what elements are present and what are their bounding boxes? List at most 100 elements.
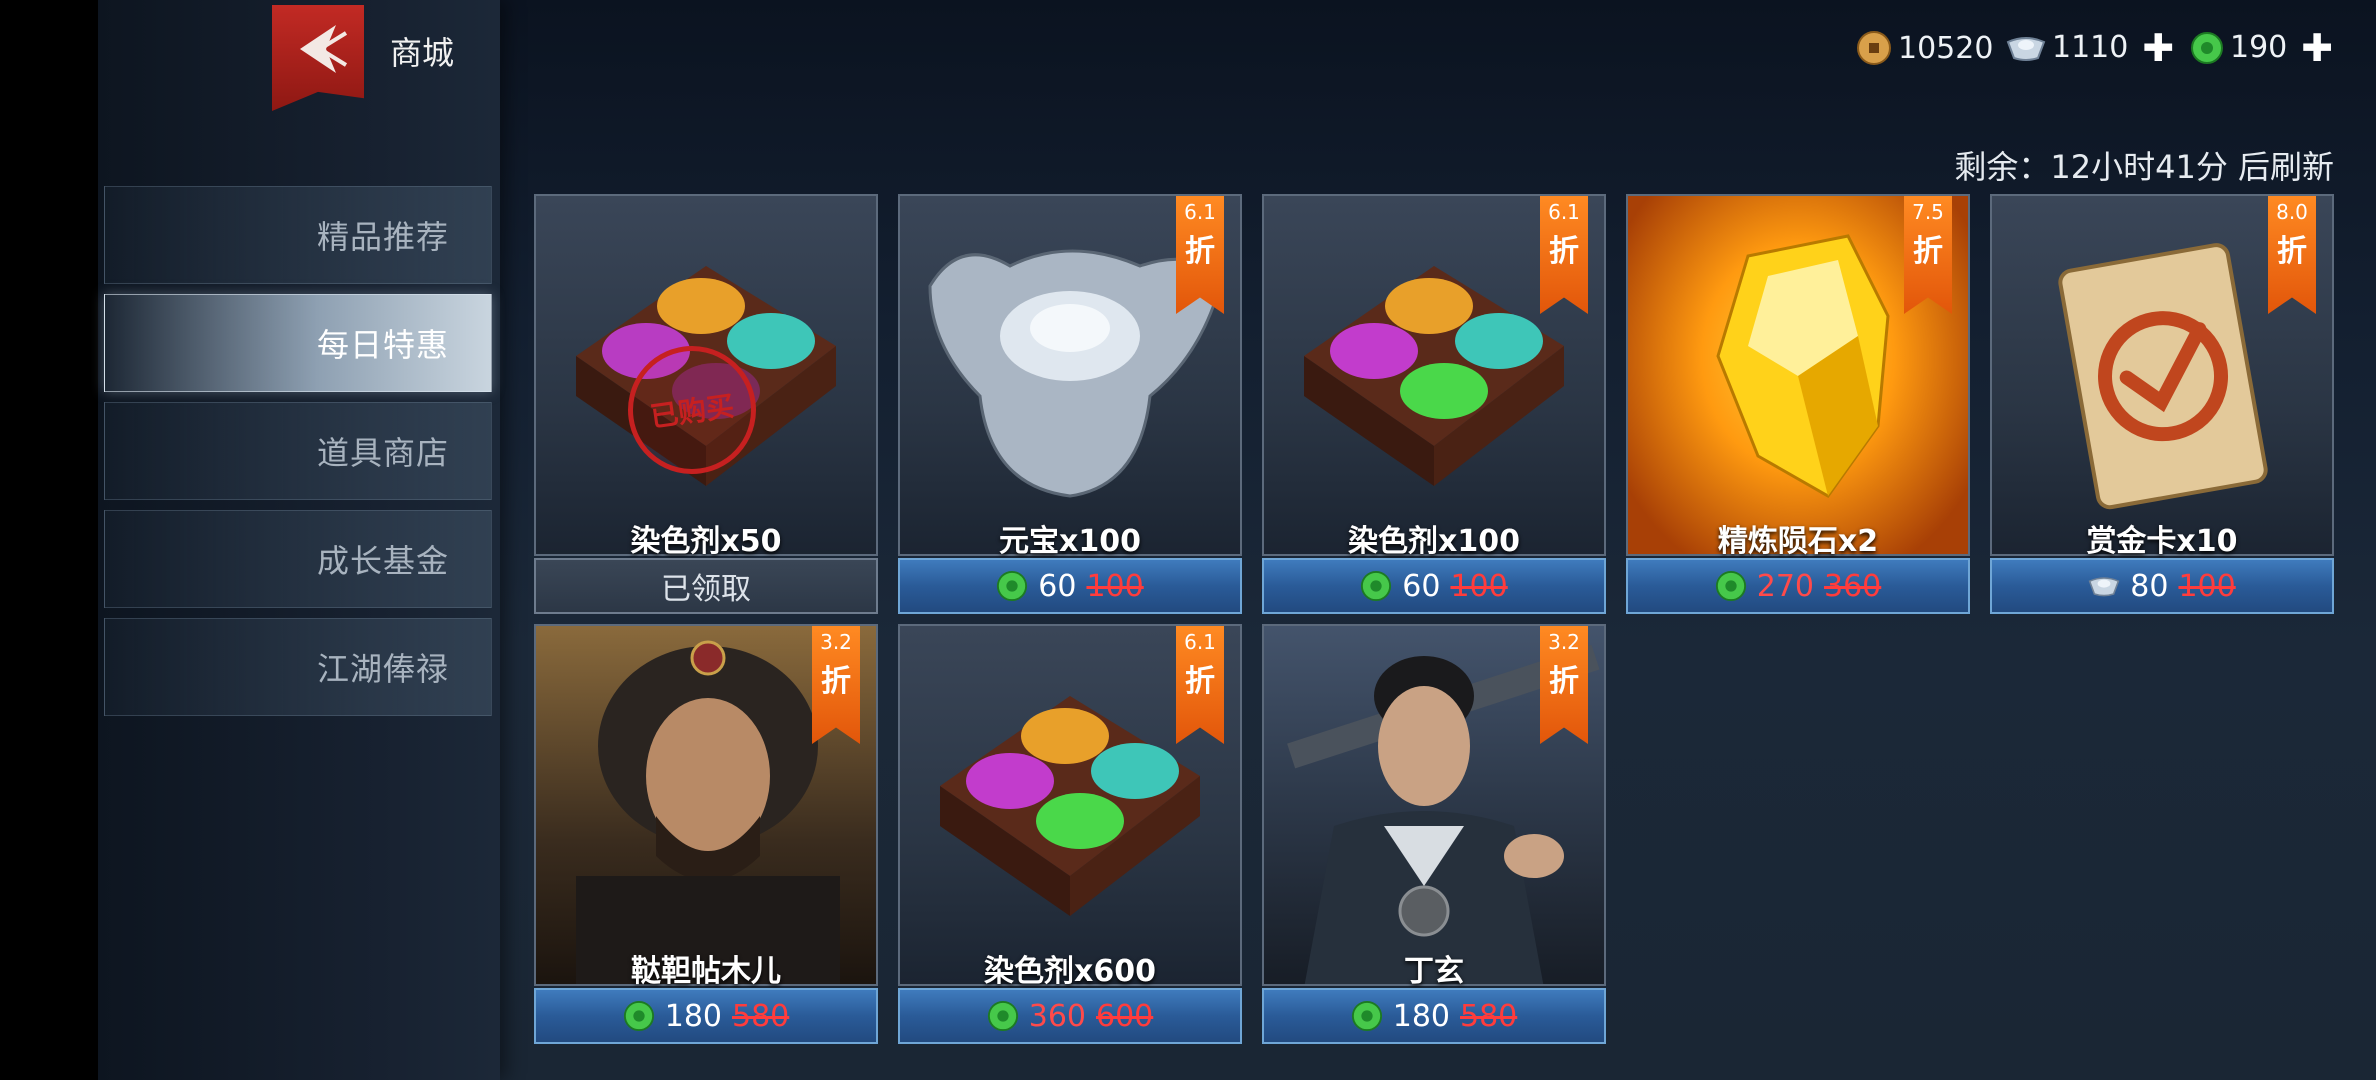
- discount-char: 折: [2277, 234, 2307, 269]
- jade-gem-icon: [1715, 570, 1746, 602]
- discount-value: 3.2: [1548, 630, 1580, 654]
- price-current: 60: [1402, 568, 1441, 604]
- discount-value: 6.1: [1184, 200, 1216, 224]
- nav-item-label: 道具商店: [316, 434, 449, 472]
- discount-char: 折: [1549, 664, 1579, 699]
- nav-item-item-shop[interactable]: 道具商店: [104, 402, 492, 500]
- product-image: 已购买: [534, 194, 878, 556]
- discount-ribbon: 7.5 折: [1904, 196, 1952, 314]
- add-silver-button[interactable]: ✚: [2142, 29, 2174, 67]
- discount-ribbon: 8.0 折: [2268, 196, 2316, 314]
- product-card[interactable]: 已购买 染色剂x50 已领取: [534, 194, 878, 618]
- buy-button[interactable]: 180 580: [534, 988, 878, 1044]
- currency-copper: 10520: [1856, 30, 1993, 66]
- price-original: 360: [1824, 568, 1882, 604]
- currency-value: 1110: [2052, 30, 2129, 65]
- buy-button[interactable]: 60 100: [1262, 558, 1606, 614]
- buy-button[interactable]: 60 100: [898, 558, 1242, 614]
- buy-button[interactable]: 80 100: [1990, 558, 2334, 614]
- nav-item-label: 成长基金: [316, 542, 449, 580]
- currency-silver: 1110 ✚: [2006, 29, 2174, 67]
- product-name: 染色剂x50: [630, 524, 782, 559]
- discount-ribbon: 3.2 折: [812, 626, 860, 744]
- product-image: 7.5 折: [1626, 194, 1970, 556]
- product-image: 3.2 折: [1262, 624, 1606, 986]
- product-image: 6.1 折: [1262, 194, 1606, 556]
- nav-item-daily-deals[interactable]: 每日特惠: [104, 294, 492, 392]
- currency-value: 190: [2230, 30, 2288, 65]
- nav-item-salary[interactable]: 江湖俸禄: [104, 618, 492, 716]
- product-card[interactable]: 3.2 折 鞑靼帖木儿 180 580: [534, 624, 878, 1048]
- price-current: 270: [1756, 568, 1814, 604]
- silver-ingot-icon: [2088, 577, 2120, 597]
- product-name: 赏金卡x10: [2086, 524, 2238, 559]
- jade-gem-icon: [997, 570, 1028, 602]
- price-original: 600: [1096, 998, 1154, 1034]
- product-card[interactable]: 8.0 折 赏金卡x10 80 100: [1990, 194, 2334, 618]
- claimed-label: 已领取: [661, 572, 751, 607]
- nav-item-growth-fund[interactable]: 成长基金: [104, 510, 492, 608]
- discount-value: 3.2: [820, 630, 852, 654]
- discount-ribbon: 6.1 折: [1540, 196, 1588, 314]
- price-current: 60: [1038, 568, 1077, 604]
- product-name: 精炼陨石x2: [1717, 524, 1879, 559]
- add-jade-button[interactable]: ✚: [2301, 29, 2333, 67]
- shop-screen: 商城 精品推荐 每日特惠 道具商店 成长基金 江湖俸禄 10520 1110 ✚: [0, 0, 2376, 1080]
- price-current: 80: [2130, 568, 2169, 604]
- claimed-button: 已领取: [534, 558, 878, 614]
- discount-value: 6.1: [1548, 200, 1580, 224]
- back-arrow-icon: [300, 25, 348, 73]
- silver-ingot-icon: [2006, 36, 2046, 61]
- copper-coin-icon: [1857, 31, 1891, 65]
- price-current: 360: [1028, 998, 1086, 1034]
- discount-value: 6.1: [1184, 630, 1216, 654]
- discount-value: 7.5: [1912, 200, 1944, 224]
- discount-ribbon: 6.1 折: [1176, 196, 1224, 314]
- buy-button[interactable]: 270 360: [1626, 558, 1970, 614]
- discount-value: 8.0: [2276, 200, 2308, 224]
- nav-item-label: 精品推荐: [316, 218, 449, 256]
- product-card[interactable]: 6.1 折 染色剂x600 360 600: [898, 624, 1242, 1048]
- product-name: 染色剂x600: [984, 954, 1156, 989]
- price-current: 180: [664, 998, 722, 1034]
- nav-item-label: 每日特惠: [316, 326, 449, 364]
- product-image: 6.1 折: [898, 194, 1242, 556]
- discount-char: 折: [1913, 234, 1943, 269]
- buy-button[interactable]: 360 600: [898, 988, 1242, 1044]
- price-original: 100: [1086, 568, 1144, 604]
- product-name: 元宝x100: [999, 524, 1141, 559]
- discount-char: 折: [1549, 234, 1579, 269]
- nav-item-featured[interactable]: 精品推荐: [104, 186, 492, 284]
- price-current: 180: [1392, 998, 1450, 1034]
- price-original: 100: [1450, 568, 1508, 604]
- discount-ribbon: 6.1 折: [1176, 626, 1224, 744]
- nav-item-label: 江湖俸禄: [316, 650, 449, 688]
- product-image: 3.2 折: [534, 624, 878, 986]
- price-original: 100: [2178, 568, 2236, 604]
- currency-jade: 190 ✚: [2190, 29, 2333, 67]
- jade-gem-icon: [623, 1000, 654, 1032]
- price-original: 580: [732, 998, 790, 1034]
- product-card[interactable]: 7.5 折 精炼陨石x2 270 360: [1626, 194, 1970, 618]
- page-title: 商城: [390, 34, 455, 72]
- product-image: 6.1 折: [898, 624, 1242, 986]
- product-card[interactable]: 6.1 折 元宝x100 60 100: [898, 194, 1242, 618]
- currency-value: 10520: [1898, 30, 1994, 66]
- jade-gem-icon: [987, 1000, 1018, 1032]
- price-original: 580: [1460, 998, 1518, 1034]
- product-card[interactable]: 6.1 折 染色剂x100 60 100: [1262, 194, 1606, 618]
- product-name: 鞑靼帖木儿: [631, 954, 781, 989]
- refresh-timer: 剩余：12小时41分 后刷新: [1954, 148, 2334, 186]
- discount-char: 折: [1185, 234, 1215, 269]
- product-name: 丁玄: [1404, 954, 1464, 989]
- product-name: 染色剂x100: [1348, 524, 1520, 559]
- product-image: 8.0 折: [1990, 194, 2334, 556]
- discount-char: 折: [1185, 664, 1215, 699]
- product-card[interactable]: 3.2 折 丁玄 180 580: [1262, 624, 1606, 1048]
- buy-button[interactable]: 180 580: [1262, 988, 1606, 1044]
- discount-ribbon: 3.2 折: [1540, 626, 1588, 744]
- discount-char: 折: [821, 664, 851, 699]
- jade-gem-icon: [1351, 1000, 1382, 1032]
- screen-bezel: [0, 0, 98, 1080]
- jade-gem-icon: [2191, 31, 2223, 64]
